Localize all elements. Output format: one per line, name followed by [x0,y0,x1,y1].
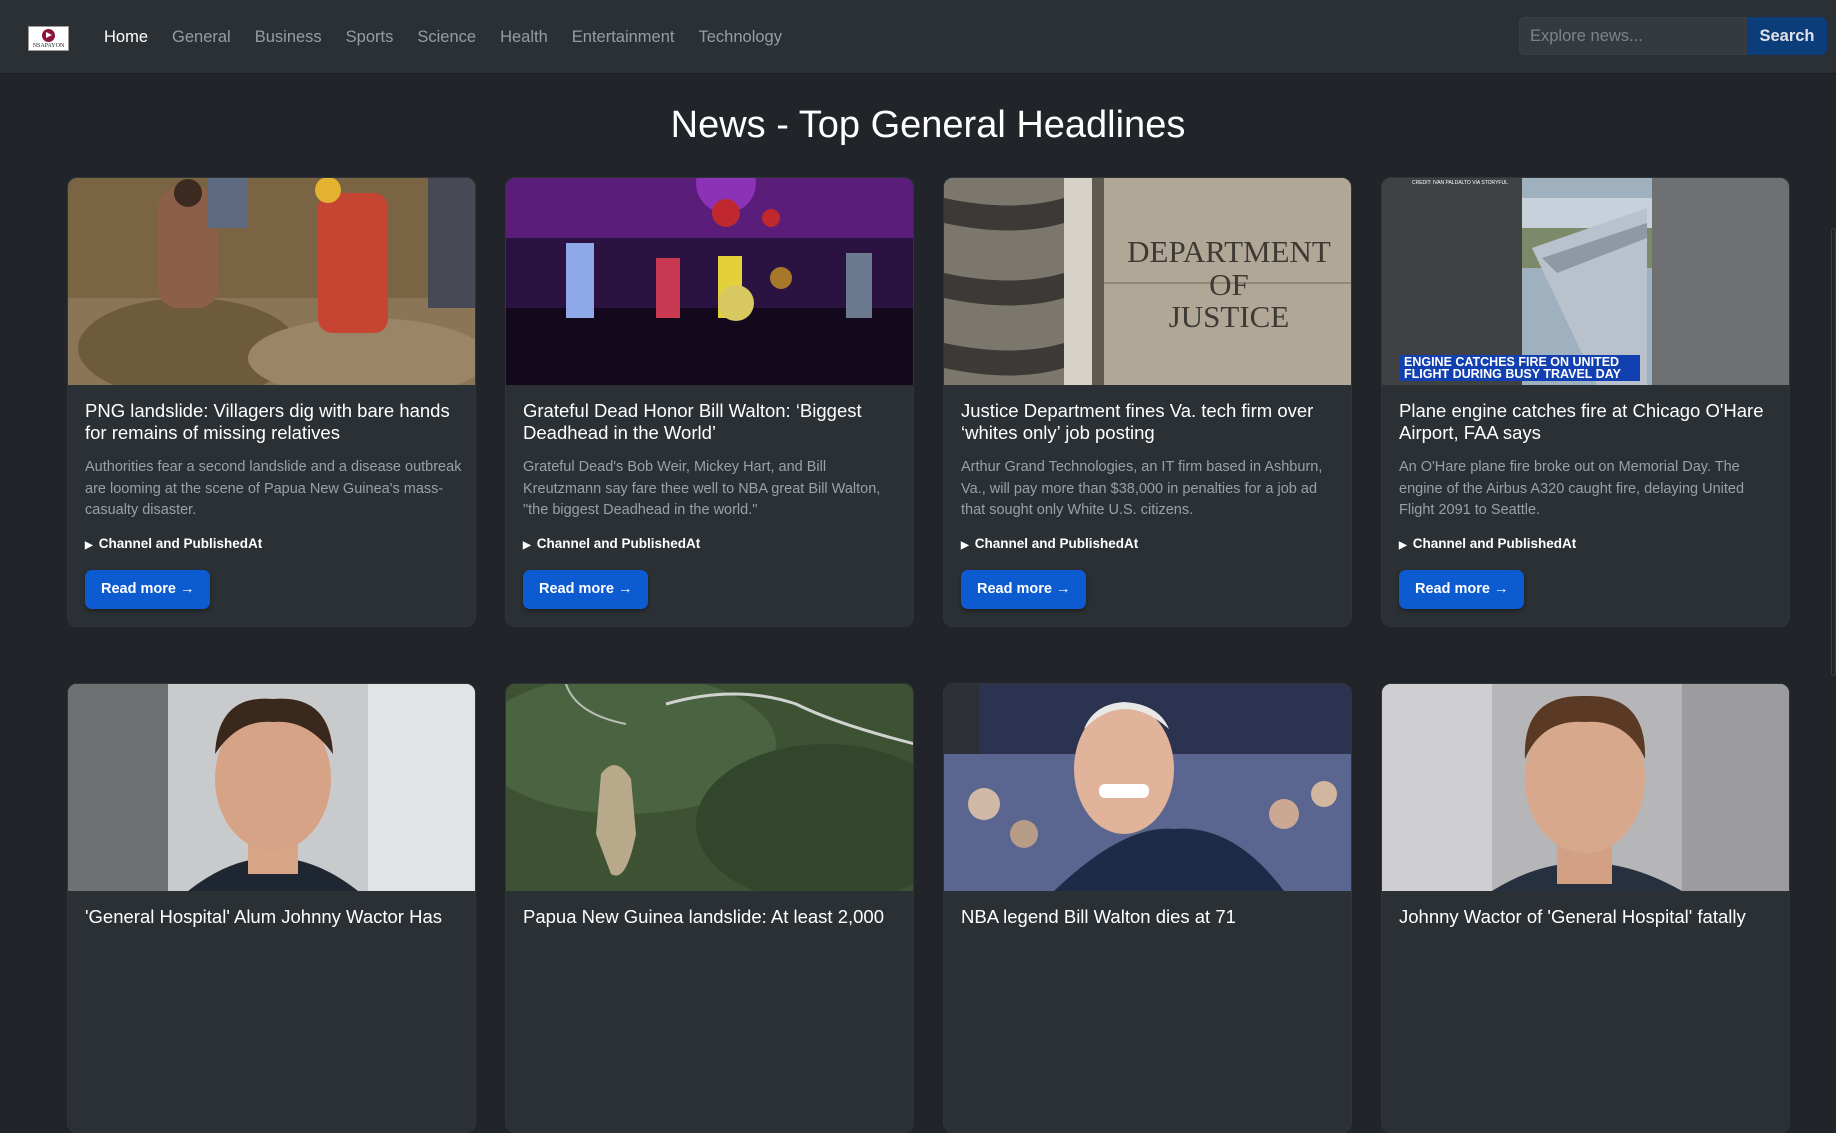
card-title: Grateful Dead Honor Bill Walton: ‘Bigges… [523,400,862,443]
disclosure-triangle-icon: ▶ [85,540,93,551]
card-title: Plane engine catches fire at Chicago O'H… [1399,400,1764,443]
news-card: Johnny Wactor of 'General Hospital' fata… [1381,683,1790,1133]
read-more-button[interactable]: Read more → [1399,570,1525,609]
news-card: Grateful Dead Honor Bill Walton: ‘Bigges… [505,177,914,627]
read-more-button[interactable]: Read more → [961,570,1087,609]
nav-link-business[interactable]: Business [255,28,322,47]
brand-logo[interactable]: NSAPAYON [28,26,69,51]
read-more-button[interactable]: Read more → [523,570,649,609]
card-meta-label: Channel and PublishedAt [974,536,1139,551]
card-description: Authorities fear a second landslide and … [85,459,462,518]
card-title: Johnny Wactor of 'General Hospital' fata… [1399,906,1746,927]
channel-published-toggle[interactable]: ▶ Channel and PublishedAt [523,536,700,551]
man-portrait-image [68,684,475,891]
nav-link-entertainment[interactable]: Entertainment [572,28,675,47]
channel-published-toggle[interactable]: ▶ Channel and PublishedAt [1399,536,1576,551]
nav-link-general[interactable]: General [172,28,231,47]
news-card: CREDIT: IVAN PALDALTO VIA STORYFUL ENGIN… [1381,177,1790,627]
disclosure-triangle-icon: ▶ [523,540,531,551]
card-meta-label: Channel and PublishedAt [1412,536,1577,551]
card-meta-label: Channel and PublishedAt [98,536,263,551]
news-card: DEPARTMENT OF JUSTICE Justice Department… [943,177,1352,627]
play-icon [42,29,55,42]
card-title: 'General Hospital' Alum Johnny Wactor Ha… [85,906,443,927]
nav-link-sports[interactable]: Sports [346,28,394,47]
card-title: Papua New Guinea landslide: At least 2,0… [523,906,884,927]
news-card: Papua New Guinea landslide: At least 2,0… [505,683,914,1133]
top-navbar: NSAPAYON Home General Business Sports Sc… [0,0,1836,74]
card-description: Arthur Grand Technologies, an IT firm ba… [961,459,1323,518]
read-more-button[interactable]: Read more → [85,570,211,609]
channel-published-toggle[interactable]: ▶ Channel and PublishedAt [85,536,262,551]
nav-link-science[interactable]: Science [417,28,476,47]
news-card: 'General Hospital' Alum Johnny Wactor Ha… [67,683,476,1133]
smiling-man-arena-image [944,684,1351,891]
disclosure-triangle-icon: ▶ [961,540,969,551]
nav-link-health[interactable]: Health [500,28,548,47]
news-card: NBA legend Bill Walton dies at 71 [943,683,1352,1133]
news-card: PNG landslide: Villagers dig with bare h… [67,177,476,627]
plane-wing-image: CREDIT: IVAN PALDALTO VIA STORYFUL ENGIN… [1382,178,1789,385]
card-meta-label: Channel and PublishedAt [536,536,701,551]
image-credit-text: CREDIT: IVAN PALDALTO VIA STORYFUL [1412,180,1508,186]
nav-link-technology[interactable]: Technology [699,28,782,47]
card-title: NBA legend Bill Walton dies at 71 [961,906,1236,927]
search-button[interactable]: Search [1747,17,1827,55]
search-input[interactable] [1519,17,1747,55]
logo-text: NSAPAYON [32,43,65,49]
card-title: Justice Department fines Va. tech firm o… [961,400,1314,443]
card-description: An O'Hare plane fire broke out on Memori… [1399,459,1745,518]
page-title: News - Top General Headlines [670,104,1186,146]
image-sign-line-3: JUSTICE [1169,299,1290,334]
card-description: Grateful Dead's Bob Weir, Mickey Hart, a… [523,459,881,518]
image-sign-line-2: OF [1209,267,1249,302]
channel-published-toggle[interactable]: ▶ Channel and PublishedAt [961,536,1138,551]
concert-stage-image [506,178,913,385]
nav-links: Home General Business Sports Science Hea… [104,0,806,74]
scrollbar[interactable] [1831,228,1836,676]
man-portrait-image-2 [1382,684,1789,891]
nav-link-home[interactable]: Home [104,28,148,47]
department-of-justice-image: DEPARTMENT OF JUSTICE [944,178,1351,385]
disclosure-triangle-icon: ▶ [1399,540,1407,551]
image-caption-line-2: FLIGHT DURING BUSY TRAVEL DAY [1404,367,1622,381]
landslide-rescue-image [68,178,475,385]
image-sign-line-1: DEPARTMENT [1127,234,1331,269]
card-title: PNG landslide: Villagers dig with bare h… [85,400,450,443]
aerial-landslide-image [506,684,913,891]
